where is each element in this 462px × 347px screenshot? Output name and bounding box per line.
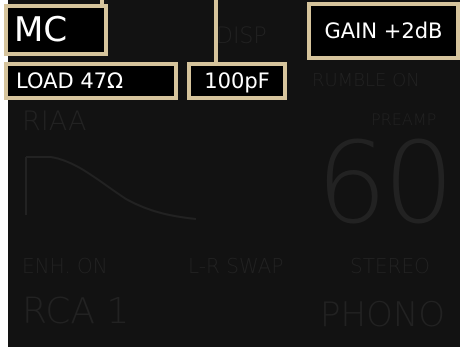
gain-callout: GAIN +2dB xyxy=(307,2,460,60)
load-callout: LOAD 47Ω xyxy=(4,62,178,100)
stereo-mode-label: STEREO xyxy=(350,254,430,278)
cartridge-type-value: MC xyxy=(14,10,68,50)
rumble-filter-label: RUMBLE ON xyxy=(312,70,420,91)
lr-swap-label: L-R SWAP xyxy=(188,254,284,278)
input-label: RCA 1 xyxy=(22,291,130,332)
capacitance-leader-line xyxy=(214,0,218,64)
cartridge-type-callout: MC xyxy=(4,4,108,56)
source-label: PHONO xyxy=(320,295,446,335)
volume-readout: 60 xyxy=(316,119,455,249)
capacitance-value: 100pF xyxy=(204,69,270,93)
riaa-curve-icon xyxy=(25,156,197,220)
load-value: LOAD 47Ω xyxy=(16,69,124,93)
riaa-label: RIAA xyxy=(22,106,87,137)
enhance-label: ENH. ON xyxy=(22,254,108,278)
disp-label: DISP xyxy=(216,24,267,49)
gain-value: GAIN +2dB xyxy=(324,19,443,43)
capacitance-callout: 100pF xyxy=(187,62,287,100)
